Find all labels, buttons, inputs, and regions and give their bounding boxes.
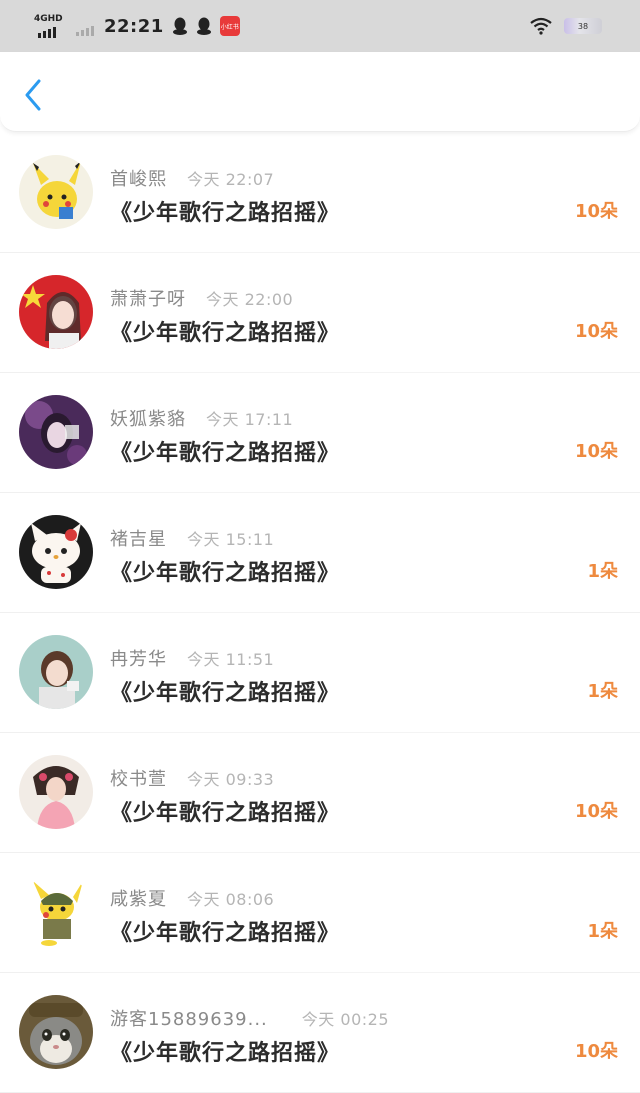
flower-count: 10朵 <box>574 441 618 462</box>
list-item[interactable]: 游客15889639... 今天 00:25 《少年歌行之路招摇》 10朵 <box>0 973 640 1093</box>
list-item[interactable]: 褚吉星 今天 15:11 《少年歌行之路招摇》 1朵 <box>0 493 640 613</box>
list-item[interactable]: 冉芳华 今天 11:51 《少年歌行之路招摇》 1朵 <box>0 613 640 733</box>
avatar[interactable] <box>19 155 93 229</box>
timestamp: 今天 17:11 <box>206 410 294 429</box>
flower-count: 10朵 <box>574 321 618 342</box>
back-button[interactable] <box>18 78 48 112</box>
list-item[interactable]: 首峻熙 今天 22:07 《少年歌行之路招摇》 10朵 <box>0 133 640 253</box>
gift-title: 《少年歌行之路招摇》 <box>110 561 341 586</box>
flower-count: 1朵 <box>587 561 618 582</box>
avatar[interactable] <box>19 995 93 1069</box>
avatar[interactable] <box>19 395 93 469</box>
wifi-icon <box>530 17 552 35</box>
gift-title: 《少年歌行之路招摇》 <box>110 681 341 706</box>
gift-title: 《少年歌行之路招摇》 <box>110 1041 341 1066</box>
user-name[interactable]: 首峻熙 <box>110 165 167 191</box>
nav-bar <box>0 52 640 132</box>
qq-icon <box>172 17 187 35</box>
avatar[interactable] <box>19 275 93 349</box>
avatar[interactable] <box>19 875 93 949</box>
timestamp: 今天 08:06 <box>187 890 275 909</box>
secondary-signal-icon <box>76 26 94 36</box>
chevron-left-icon <box>25 79 41 111</box>
timestamp: 今天 22:07 <box>187 170 275 189</box>
cellular-signal-icon: 4GHD <box>34 14 68 38</box>
flower-count: 1朵 <box>587 921 618 942</box>
user-name[interactable]: 校书萱 <box>110 765 167 791</box>
timestamp: 今天 15:11 <box>187 530 275 549</box>
timestamp: 今天 22:00 <box>206 290 294 309</box>
user-name[interactable]: 游客15889639... <box>110 1005 268 1031</box>
list-item[interactable]: 萧萧子呀 今天 22:00 《少年歌行之路招摇》 10朵 <box>0 253 640 373</box>
gift-title: 《少年歌行之路招摇》 <box>110 801 341 826</box>
gift-title: 《少年歌行之路招摇》 <box>110 441 341 466</box>
gift-record-list: 首峻熙 今天 22:07 《少年歌行之路招摇》 10朵 萧萧子呀 今天 22:0… <box>0 133 640 1093</box>
timestamp: 今天 09:33 <box>187 770 275 789</box>
flower-count: 10朵 <box>574 801 618 822</box>
avatar[interactable] <box>19 515 93 589</box>
list-item[interactable]: 妖狐紫貉 今天 17:11 《少年歌行之路招摇》 10朵 <box>0 373 640 493</box>
network-type-label: 4GHD <box>34 14 63 24</box>
avatar[interactable] <box>19 635 93 709</box>
list-item[interactable]: 咸紫夏 今天 08:06 《少年歌行之路招摇》 1朵 <box>0 853 640 973</box>
user-name[interactable]: 褚吉星 <box>110 525 167 551</box>
user-name[interactable]: 冉芳华 <box>110 645 167 671</box>
gift-title: 《少年歌行之路招摇》 <box>110 201 341 226</box>
gift-title: 《少年歌行之路招摇》 <box>110 321 341 346</box>
timestamp: 今天 00:25 <box>301 1010 389 1029</box>
status-time: 22:21 <box>104 15 164 37</box>
user-name[interactable]: 咸紫夏 <box>110 885 167 911</box>
qq-icon <box>196 17 211 35</box>
avatar[interactable] <box>19 755 93 829</box>
timestamp: 今天 11:51 <box>187 650 275 669</box>
battery-icon: 38 <box>564 18 602 34</box>
flower-count: 1朵 <box>587 681 618 702</box>
status-bar: 4GHD 22:21 小红书 38 <box>0 0 640 52</box>
flower-count: 10朵 <box>574 201 618 222</box>
user-name[interactable]: 妖狐紫貉 <box>110 405 186 431</box>
list-item[interactable]: 校书萱 今天 09:33 《少年歌行之路招摇》 10朵 <box>0 733 640 853</box>
gift-title: 《少年歌行之路招摇》 <box>110 921 341 946</box>
xiaohongshu-app-icon: 小红书 <box>219 16 240 36</box>
flower-count: 10朵 <box>574 1041 618 1062</box>
user-name[interactable]: 萧萧子呀 <box>110 285 186 311</box>
